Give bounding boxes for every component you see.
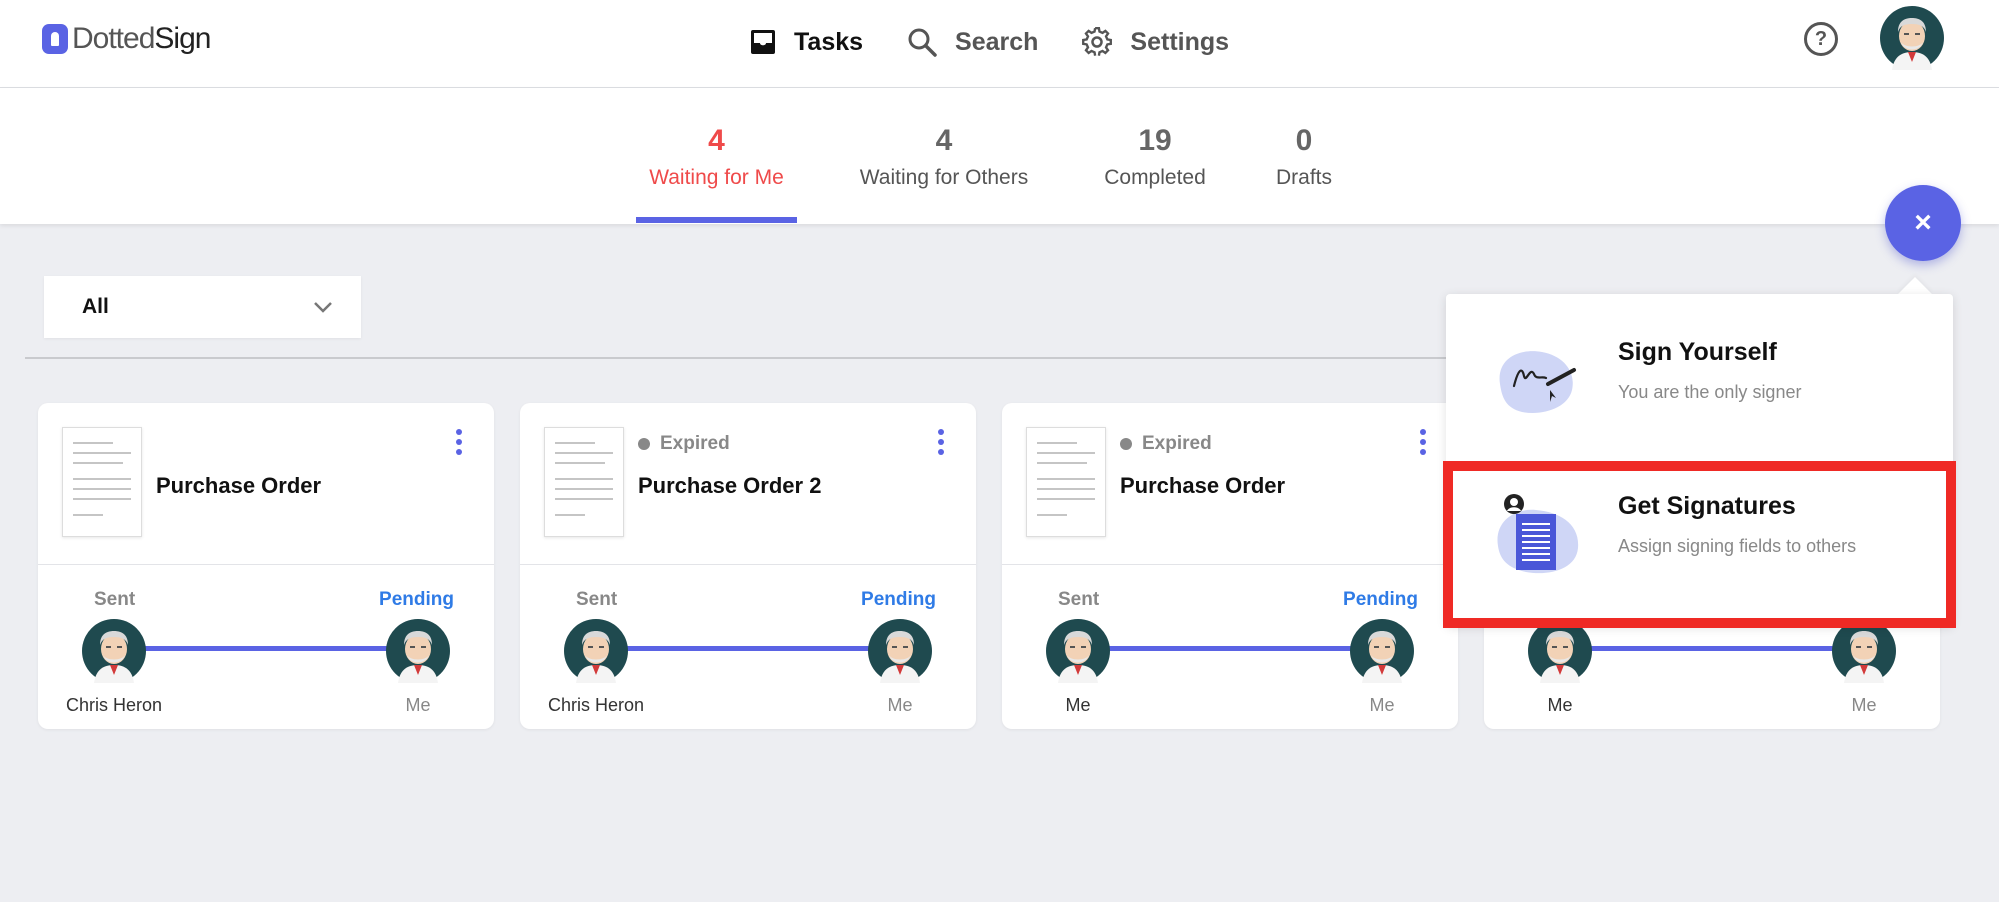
card-separator — [1002, 564, 1458, 565]
logo-text-bold: Sign — [154, 22, 211, 55]
top-navigation-bar: DottedSign Tasks Search Settings ? — [0, 0, 1999, 88]
active-tab-indicator — [636, 217, 797, 223]
status-dot-icon — [1120, 438, 1132, 450]
gear-icon — [1082, 27, 1113, 56]
tab-waiting-for-me[interactable]: 4 Waiting for Me — [636, 124, 797, 190]
recipient-avatar — [1832, 619, 1896, 683]
recipient-avatar — [386, 619, 450, 683]
card-title: Purchase Order 2 — [638, 473, 822, 498]
sender-avatar — [1528, 619, 1592, 683]
more-options-icon[interactable] — [936, 429, 946, 459]
logo-text-light: Dotted — [72, 22, 155, 55]
filter-dropdown[interactable]: All — [44, 276, 361, 338]
tab-count: 19 — [1138, 124, 1172, 157]
user-avatar[interactable] — [1880, 6, 1944, 70]
task-card[interactable]: Expired Purchase Order 2 Sent Pending Ch… — [520, 403, 976, 729]
tab-drafts[interactable]: 0 Drafts — [1262, 124, 1346, 190]
tab-label: Waiting for Others — [859, 166, 1029, 189]
dottedsign-logo[interactable]: DottedSign — [42, 22, 211, 56]
more-options-icon[interactable] — [1418, 429, 1428, 459]
help-icon[interactable]: ? — [1804, 22, 1838, 56]
task-card[interactable]: Purchase Order Sent Pending Chris Heron … — [38, 403, 494, 729]
option-subtitle: Assign signing fields to others — [1618, 536, 1857, 556]
card-title: Purchase Order — [1120, 473, 1286, 498]
progress-track — [128, 646, 408, 651]
tab-count: 0 — [1295, 124, 1313, 157]
document-thumbnail — [1026, 427, 1106, 537]
logo-text: DottedSign — [72, 22, 211, 56]
filter-divider — [25, 357, 1455, 359]
progress-track — [610, 646, 890, 651]
card-title: Purchase Order — [156, 473, 322, 498]
inbox-icon — [751, 30, 775, 54]
sender-avatar — [564, 619, 628, 683]
sender-name: Chris Heron — [547, 695, 645, 715]
sign-yourself-option[interactable]: Sign Yourself You are the only signer — [1446, 314, 1953, 464]
sent-label: Sent — [1058, 589, 1100, 610]
nav-settings-label: Settings — [1130, 27, 1230, 56]
task-tabs: 4 Waiting for Me 4 Waiting for Others 19… — [0, 88, 1999, 224]
pending-label: Pending — [861, 589, 936, 610]
tab-count: 4 — [935, 124, 953, 157]
status-badge: Expired — [638, 433, 730, 455]
nav-search[interactable]: Search — [907, 27, 1038, 57]
sender-name: Me — [1065, 695, 1091, 715]
sender-name: Chris Heron — [65, 695, 163, 715]
nav-tasks[interactable]: Tasks — [750, 28, 863, 57]
sender-avatar — [82, 619, 146, 683]
status-text: Expired — [660, 433, 730, 454]
close-create-menu-button[interactable]: × — [1885, 185, 1961, 261]
option-subtitle: You are the only signer — [1618, 382, 1802, 402]
document-people-icon — [1497, 494, 1579, 574]
main-nav: Tasks Search Settings — [750, 20, 1273, 64]
recipient-name: Me — [887, 695, 913, 715]
option-title: Sign Yourself — [1618, 338, 1777, 366]
status-text: Expired — [1142, 433, 1212, 454]
more-options-icon[interactable] — [454, 429, 464, 459]
sent-label: Sent — [576, 589, 618, 610]
tab-label: Drafts — [1275, 166, 1332, 189]
tab-label: Waiting for Me — [649, 166, 784, 189]
close-icon: × — [1914, 206, 1932, 239]
sent-label: Sent — [94, 589, 136, 610]
recipient-avatar — [1350, 619, 1414, 683]
tab-label: Completed — [1104, 166, 1206, 189]
nav-settings[interactable]: Settings — [1082, 27, 1229, 57]
tab-completed[interactable]: 19 Completed — [1096, 124, 1214, 190]
status-dot-icon — [638, 438, 650, 450]
recipient-name: Me — [405, 695, 431, 715]
nav-tasks-label: Tasks — [794, 27, 864, 56]
pending-label: Pending — [379, 589, 454, 610]
progress-track — [1574, 646, 1854, 651]
document-thumbnail — [544, 427, 624, 537]
chevron-down-icon — [314, 302, 332, 313]
signature-pen-icon — [1499, 351, 1576, 414]
card-separator — [38, 564, 494, 565]
sender-avatar — [1046, 619, 1110, 683]
logo-mark-icon — [42, 24, 68, 54]
status-badge: Expired — [1120, 433, 1212, 455]
nav-search-label: Search — [955, 27, 1039, 56]
search-icon — [908, 28, 937, 57]
document-thumbnail — [62, 427, 142, 537]
create-menu-popover: Sign Yourself You are the only signer Ge… — [1446, 294, 1953, 626]
sender-name: Me — [1547, 695, 1573, 715]
task-card[interactable]: Expired Purchase Order Sent Pending Me M… — [1002, 403, 1458, 729]
progress-track — [1092, 646, 1372, 651]
recipient-avatar — [868, 619, 932, 683]
tab-count: 4 — [708, 124, 725, 157]
pending-label: Pending — [1343, 589, 1418, 610]
get-signatures-option[interactable]: Get Signatures Assign signing fields to … — [1446, 468, 1953, 618]
card-separator — [520, 564, 976, 565]
recipient-name: Me — [1851, 695, 1877, 715]
tab-waiting-for-others[interactable]: 4 Waiting for Others — [846, 124, 1042, 190]
filter-selected-value: All — [82, 295, 109, 318]
option-title: Get Signatures — [1618, 492, 1796, 520]
recipient-name: Me — [1369, 695, 1395, 715]
